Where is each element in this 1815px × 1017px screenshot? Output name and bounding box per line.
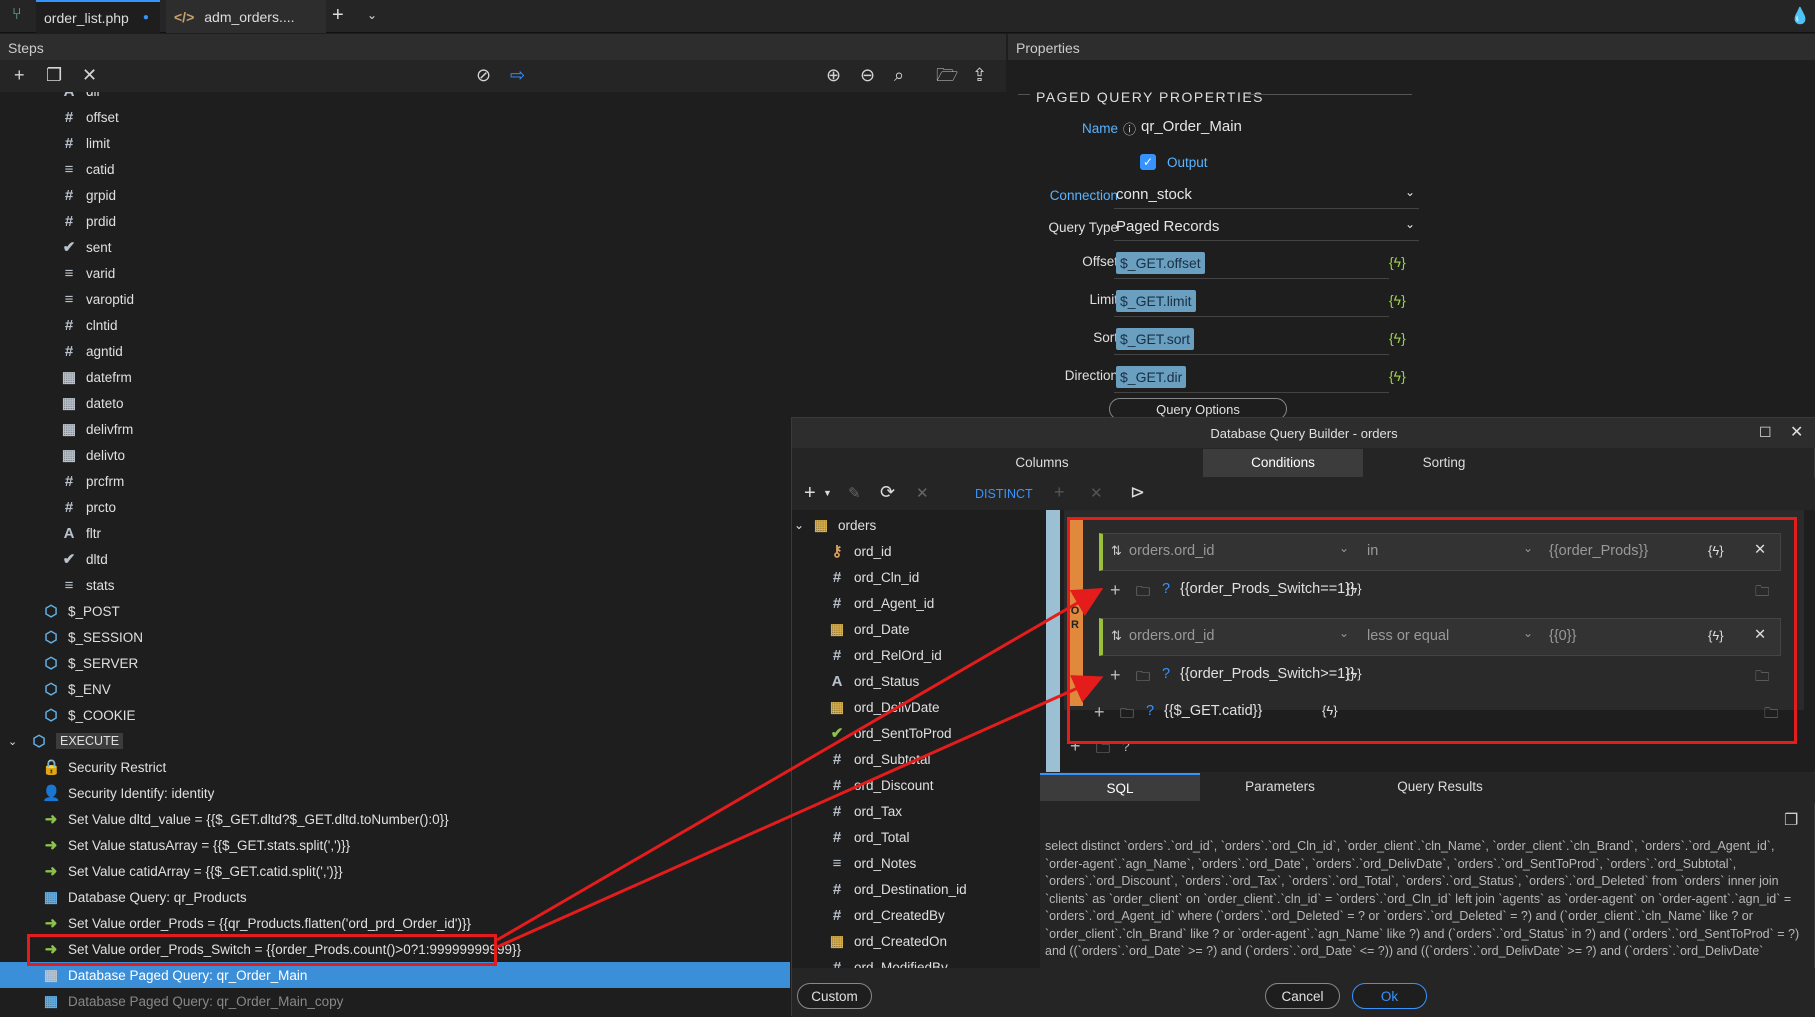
arrow-to-condition-1 <box>496 587 1104 942</box>
annotation-arrows <box>496 587 1104 949</box>
arrow-to-condition-2 <box>496 675 1104 949</box>
